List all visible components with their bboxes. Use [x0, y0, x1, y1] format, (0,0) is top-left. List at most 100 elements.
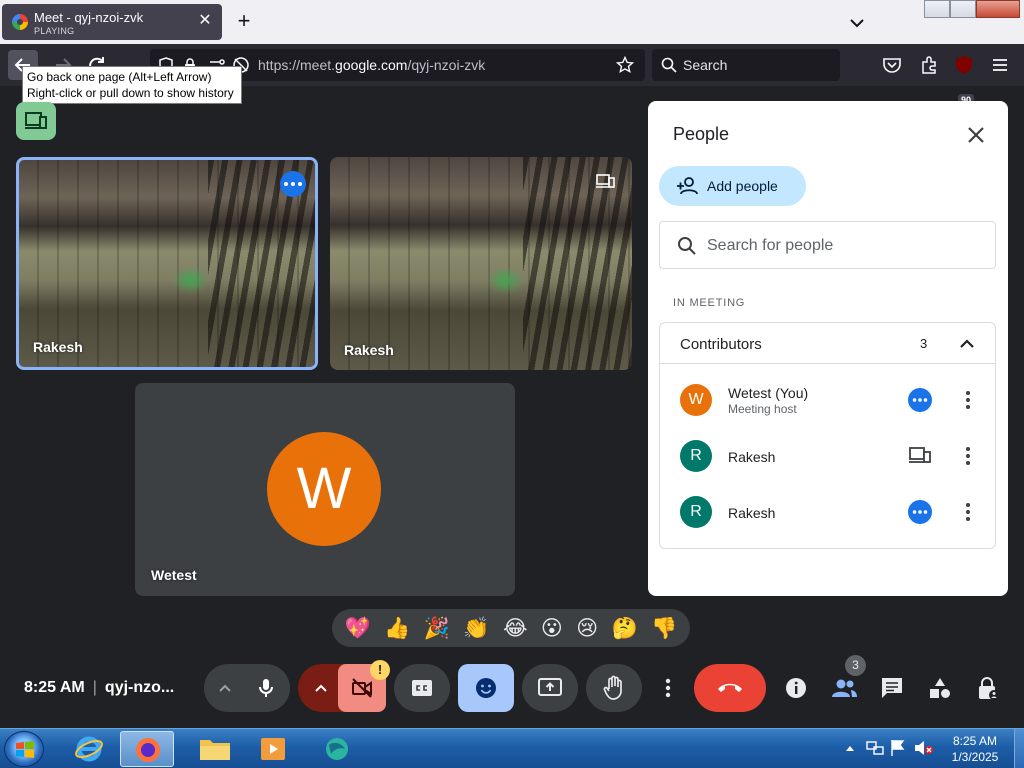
clock-time: 8:25 AM	[952, 734, 998, 748]
more-options-button[interactable]	[650, 664, 686, 712]
separator: |	[92, 679, 97, 696]
bookmark-star-icon[interactable]	[616, 56, 634, 74]
host-controls-lock-icon[interactable]	[976, 676, 1000, 702]
chevron-up-icon[interactable]	[958, 335, 976, 353]
chevron-up-icon[interactable]	[312, 680, 330, 696]
action-center-flag-icon[interactable]	[890, 739, 906, 757]
participant-tile-rakesh-2[interactable]: Rakesh	[330, 157, 632, 370]
raise-hand-icon	[603, 675, 622, 700]
leave-call-button[interactable]	[694, 664, 766, 712]
participant-row-rakesh-1[interactable]: R Rakesh	[660, 428, 995, 484]
reaction-heart[interactable]: 💖	[345, 616, 371, 640]
browser-tab-strip: Meet - qyj-nzoi-zvk PLAYING ✕ +	[0, 0, 1024, 44]
participant-row-wetest[interactable]: W Wetest (You) Meeting host	[660, 372, 995, 428]
taskbar-file-explorer[interactable]	[188, 731, 242, 767]
chevron-up-icon[interactable]	[216, 680, 234, 696]
taskbar-firefox[interactable]	[120, 731, 174, 767]
people-panel: People Add people Search for people IN M…	[648, 101, 1008, 596]
ublock-extension-icon[interactable]	[953, 54, 975, 76]
avatar: W	[680, 384, 712, 416]
more-vert-icon[interactable]	[958, 388, 978, 412]
hang-up-phone-icon	[718, 683, 742, 692]
participant-row-rakesh-2[interactable]: R Rakesh	[660, 484, 995, 540]
new-tab-button[interactable]: +	[232, 10, 256, 34]
meeting-details-info-icon[interactable]	[784, 676, 808, 700]
more-dots-icon[interactable]	[908, 388, 932, 412]
close-icon[interactable]	[964, 123, 988, 147]
pocket-icon[interactable]	[881, 54, 903, 76]
tooltip-line-2: Right-click or pull down to show history	[27, 86, 234, 100]
reaction-laugh[interactable]: 😂	[503, 616, 528, 640]
participant-name: Rakesh	[344, 342, 394, 358]
panel-title: People	[673, 124, 730, 144]
taskbar-internet-explorer[interactable]	[62, 731, 116, 767]
meeting-time-and-code: 8:25 AM | qyj-nzo...	[24, 679, 174, 697]
tooltip-line-1: Go back one page (Alt+Left Arrow)	[27, 70, 212, 84]
reaction-party[interactable]: 🎉	[424, 616, 450, 640]
meeting-time: 8:25 AM	[24, 679, 85, 696]
device-icon	[25, 112, 47, 129]
list-all-tabs-chevron-icon[interactable]	[846, 12, 868, 34]
more-vert-icon[interactable]	[958, 500, 978, 524]
restore-window-button[interactable]	[950, 0, 976, 18]
avatar: W	[267, 432, 381, 546]
microphone-icon[interactable]	[254, 676, 278, 700]
taskbar-media-player[interactable]	[246, 731, 300, 767]
device-icon	[909, 447, 931, 463]
firefox-icon	[136, 738, 160, 762]
more-dots-icon[interactable]	[280, 171, 306, 197]
avatar: R	[680, 440, 712, 472]
minimize-window-button[interactable]	[924, 0, 950, 18]
url-text[interactable]: https://meet.google.com/qyj-nzoi-zvk	[258, 57, 485, 73]
close-window-button[interactable]	[976, 0, 1020, 18]
add-people-button[interactable]: Add people	[659, 166, 806, 206]
activities-shapes-icon[interactable]	[928, 676, 952, 700]
contributors-header[interactable]: Contributors 3	[660, 323, 995, 364]
participant-name: Wetest	[151, 567, 197, 583]
people-search-input[interactable]: Search for people	[659, 221, 996, 269]
companion-device-button[interactable]	[16, 102, 56, 140]
people-icon[interactable]	[830, 676, 858, 700]
tab-close-icon[interactable]: ✕	[196, 12, 214, 30]
taskbar-app-globe[interactable]	[310, 731, 364, 767]
captions-button[interactable]	[394, 664, 450, 712]
present-screen-button[interactable]	[522, 664, 578, 712]
participant-tile-wetest[interactable]: W Wetest	[135, 383, 515, 596]
add-people-label: Add people	[707, 178, 778, 194]
search-label: Search	[683, 57, 728, 73]
people-count-badge: 3	[845, 655, 866, 676]
more-dots-icon[interactable]	[908, 500, 932, 524]
clock-date: 1/3/2025	[951, 750, 999, 764]
device-icon	[596, 174, 615, 188]
start-button[interactable]	[4, 731, 44, 767]
search-icon	[678, 237, 696, 255]
emoji-icon	[476, 678, 496, 698]
contributors-label: Contributors	[680, 336, 762, 353]
reaction-clap[interactable]: 👏	[463, 616, 489, 640]
meeting-code[interactable]: qyj-nzo...	[105, 679, 174, 696]
chat-icon[interactable]	[880, 676, 904, 700]
raise-hand-button[interactable]	[586, 664, 642, 712]
show-hidden-icons-chevron-icon[interactable]	[844, 743, 856, 753]
reaction-surprised[interactable]: 😮	[541, 616, 563, 640]
browser-tab-meet[interactable]: Meet - qyj-nzoi-zvk PLAYING ✕	[2, 4, 222, 40]
reaction-thumbs-down[interactable]: 👎	[651, 616, 677, 640]
extensions-puzzle-icon[interactable]	[918, 54, 940, 76]
volume-muted-icon[interactable]	[914, 739, 934, 757]
internet-explorer-icon	[75, 736, 103, 762]
avatar: R	[680, 496, 712, 528]
participant-tile-rakesh-1[interactable]: Rakesh	[16, 157, 318, 370]
reaction-thumbs-up[interactable]: 👍	[384, 616, 410, 640]
network-icon[interactable]	[866, 739, 884, 757]
show-desktop-button[interactable]	[1014, 729, 1024, 768]
emoji-reactions-button[interactable]	[458, 664, 514, 712]
web-search-box[interactable]: Search	[652, 49, 840, 81]
tab-title: Meet - qyj-nzoi-zvk	[34, 10, 144, 25]
contributors-count: 3	[920, 336, 928, 351]
reaction-sad[interactable]: 😢	[576, 616, 598, 640]
reaction-thinking[interactable]: 🤔	[612, 616, 638, 640]
more-vert-icon	[665, 678, 671, 698]
system-clock[interactable]: 8:25 AM 1/3/2025	[940, 733, 1010, 765]
hamburger-menu-icon[interactable]	[989, 54, 1011, 76]
more-vert-icon[interactable]	[958, 444, 978, 468]
